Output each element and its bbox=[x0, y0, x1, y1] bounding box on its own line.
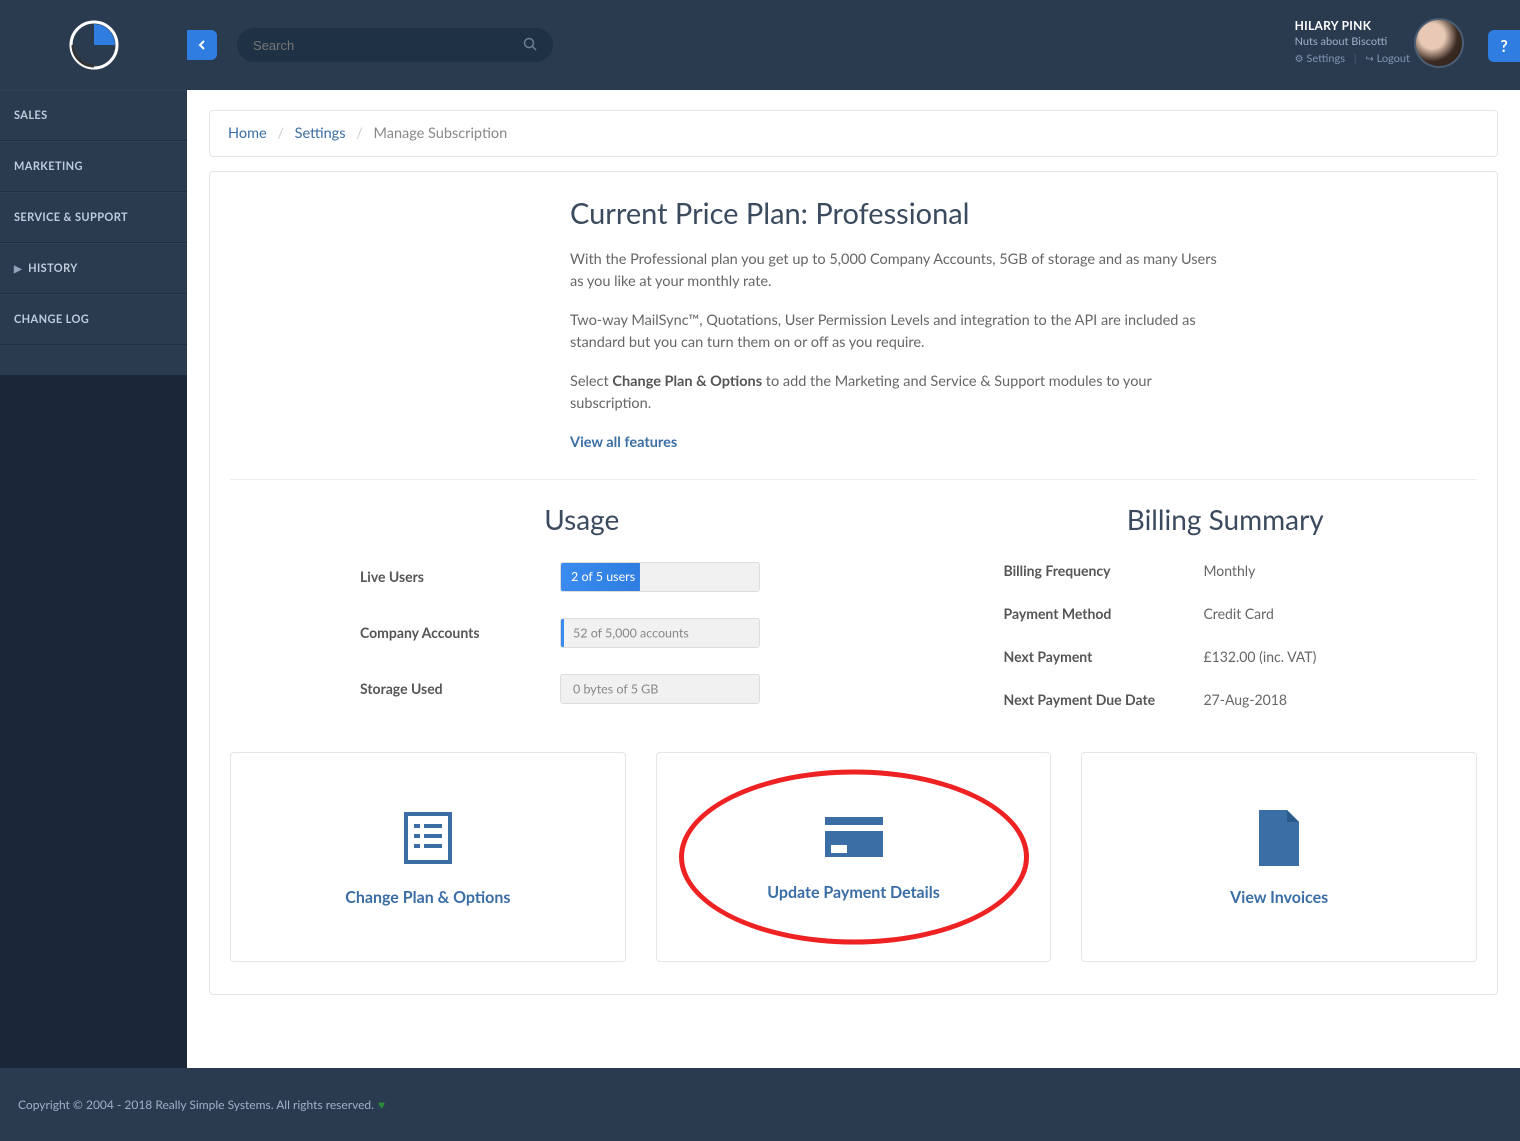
usage-label-storage: Storage Used bbox=[360, 680, 560, 697]
billing-val-due-date: 27-Aug-2018 bbox=[1204, 691, 1288, 708]
card-label: Update Payment Details bbox=[767, 883, 939, 902]
card-label: View Invoices bbox=[1230, 888, 1328, 907]
search-input[interactable] bbox=[253, 38, 523, 53]
footer: Copyright © 2004 - 2018 Really Simple Sy… bbox=[0, 1068, 1520, 1141]
breadcrumb-current: Manage Subscription bbox=[374, 125, 508, 142]
settings-link[interactable]: ⚙ Settings bbox=[1295, 52, 1345, 65]
file-icon bbox=[1251, 806, 1307, 870]
logout-link[interactable]: ↪ Logout bbox=[1365, 52, 1410, 65]
avatar[interactable] bbox=[1414, 18, 1464, 68]
plan-desc-1: With the Professional plan you get up to… bbox=[570, 249, 1230, 294]
nav-sales[interactable]: SALES bbox=[0, 90, 187, 141]
breadcrumb-settings[interactable]: Settings bbox=[295, 125, 346, 142]
breadcrumb-home[interactable]: Home bbox=[228, 125, 267, 142]
sidebar: SALES MARKETING SERVICE & SUPPORT ▶HISTO… bbox=[0, 0, 187, 375]
usage-bar-users: 2 of 5 users bbox=[560, 562, 760, 592]
breadcrumb: Home / Settings / Manage Subscription bbox=[209, 110, 1498, 157]
credit-card-icon bbox=[819, 811, 889, 865]
user-company: Nuts about Biscotti bbox=[1295, 35, 1410, 48]
billing-label-due-date: Next Payment Due Date bbox=[1004, 691, 1204, 708]
list-icon bbox=[396, 806, 460, 870]
logo-icon bbox=[69, 20, 119, 70]
nav-service-support[interactable]: SERVICE & SUPPORT bbox=[0, 192, 187, 243]
divider bbox=[230, 479, 1477, 480]
search-box[interactable] bbox=[237, 28, 553, 62]
page-title: Current Price Plan: Professional bbox=[570, 196, 1230, 231]
billing-label-method: Payment Method bbox=[1004, 605, 1204, 622]
topbar: HILARY PINK Nuts about Biscotti ⚙ Settin… bbox=[187, 0, 1520, 90]
nav-change-log[interactable]: CHANGE LOG bbox=[0, 294, 187, 345]
usage-bar-storage: 0 bytes of 5 GB bbox=[560, 674, 760, 704]
usage-label-users: Live Users bbox=[360, 568, 560, 585]
plan-desc-3: Select Change Plan & Options to add the … bbox=[570, 371, 1230, 416]
usage-label-accounts: Company Accounts bbox=[360, 624, 560, 641]
billing-val-frequency: Monthly bbox=[1204, 562, 1256, 579]
usage-section: Usage Live Users 2 of 5 users Company Ac… bbox=[230, 502, 934, 708]
billing-label-next-payment: Next Payment bbox=[1004, 648, 1204, 665]
chevron-left-icon bbox=[197, 40, 207, 50]
collapse-sidebar-button[interactable] bbox=[187, 30, 217, 60]
card-change-plan[interactable]: Change Plan & Options bbox=[230, 752, 626, 962]
usage-title: Usage bbox=[360, 502, 804, 536]
footer-text: Copyright © 2004 - 2018 Really Simple Sy… bbox=[18, 1097, 374, 1112]
billing-val-method: Credit Card bbox=[1204, 605, 1274, 622]
billing-section: Billing Summary Billing Frequency Monthl… bbox=[934, 502, 1478, 708]
action-cards: Change Plan & Options Update Payment Det… bbox=[230, 752, 1477, 962]
user-block: HILARY PINK Nuts about Biscotti ⚙ Settin… bbox=[1295, 18, 1410, 65]
nav-marketing[interactable]: MARKETING bbox=[0, 141, 187, 192]
card-view-invoices[interactable]: View Invoices bbox=[1081, 752, 1477, 962]
user-name: HILARY PINK bbox=[1295, 18, 1410, 33]
main-content: Home / Settings / Manage Subscription Cu… bbox=[187, 90, 1520, 1068]
sidebar-lower bbox=[0, 375, 187, 1141]
chevron-right-icon: ▶ bbox=[14, 263, 22, 275]
help-button[interactable]: ? bbox=[1488, 30, 1520, 62]
card-update-payment[interactable]: Update Payment Details bbox=[656, 752, 1052, 962]
heart-icon: ♥ bbox=[378, 1097, 385, 1112]
logout-icon: ↪ bbox=[1365, 53, 1373, 65]
subscription-panel: Current Price Plan: Professional With th… bbox=[209, 171, 1498, 995]
gear-icon: ⚙ bbox=[1295, 53, 1304, 65]
logo bbox=[0, 0, 187, 90]
view-all-features-link[interactable]: View all features bbox=[570, 434, 677, 451]
billing-label-frequency: Billing Frequency bbox=[1004, 562, 1204, 579]
search-icon bbox=[523, 36, 537, 55]
usage-bar-accounts: 52 of 5,000 accounts bbox=[560, 618, 760, 648]
nav-history[interactable]: ▶HISTORY bbox=[0, 243, 187, 294]
card-label: Change Plan & Options bbox=[345, 888, 510, 907]
billing-val-next-payment: £132.00 (inc. VAT) bbox=[1204, 648, 1317, 665]
plan-desc-2: Two-way MailSync™, Quotations, User Perm… bbox=[570, 310, 1230, 355]
billing-title: Billing Summary bbox=[1004, 502, 1448, 536]
